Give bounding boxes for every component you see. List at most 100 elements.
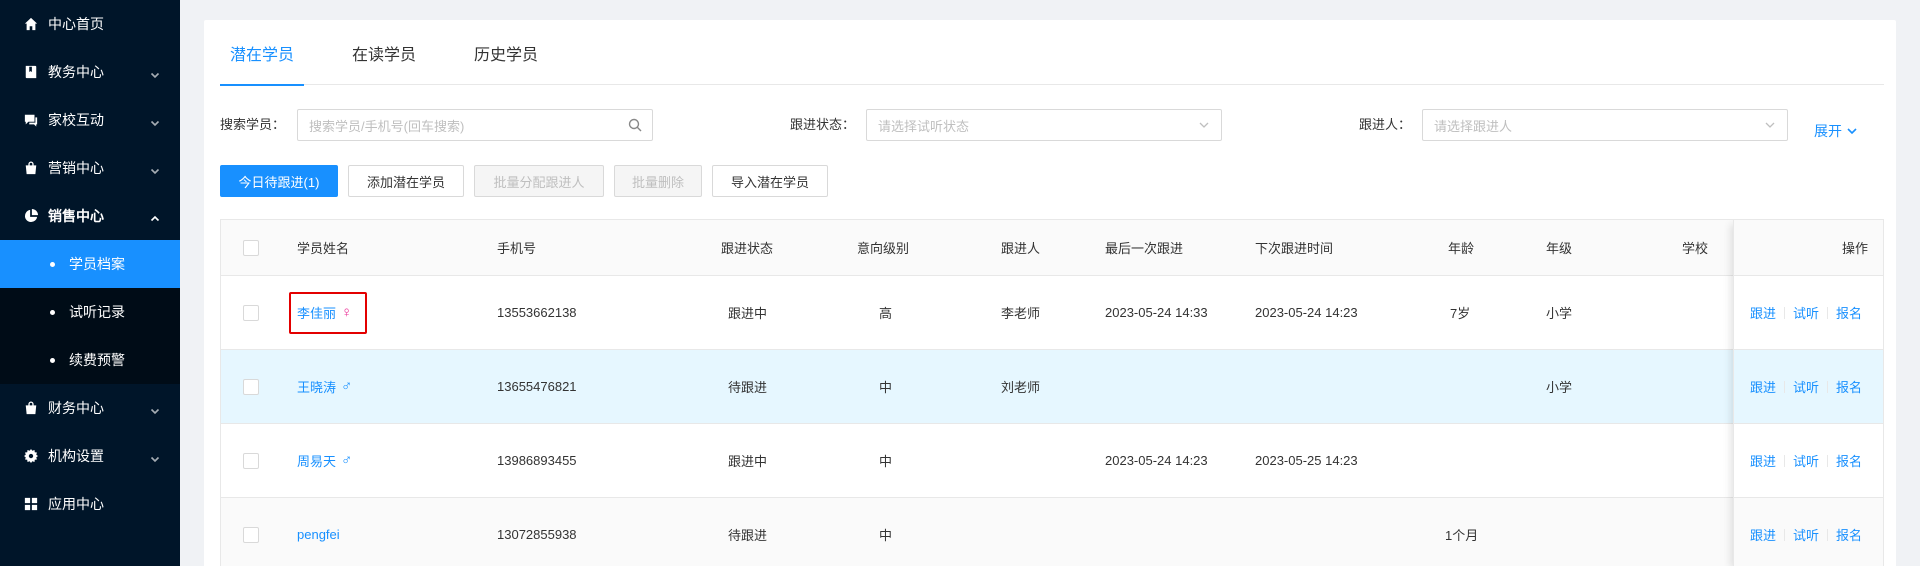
age-cell: 1个月 [1445,528,1479,543]
header-last-followup: 最后一次跟进 [1105,241,1184,256]
trial-link[interactable]: 试听 [1793,451,1819,470]
follow-link[interactable]: 跟进 [1750,303,1776,322]
follower-select[interactable]: 请选择跟进人 [1422,109,1788,141]
add-potential-student-button[interactable]: 添加潜在学员 [348,165,464,197]
table-header: 学员姓名 手机号 跟进状态 意向级别 跟进人 最后一次跟进 下次跟进时间 年龄 … [221,220,1883,276]
divider [1827,306,1829,319]
sidebar-item-apps[interactable]: 应用中心 [0,480,180,528]
enroll-link[interactable]: 报名 [1836,303,1862,322]
tab-label: 在读学员 [352,46,417,64]
follower-cell: 李老师 [1001,306,1041,321]
sidebar-item-label: 财务中心 [48,400,104,416]
tab-enrolled-students[interactable]: 在读学员 [342,20,426,85]
phone-cell: 13986893455 [497,453,577,468]
select-all-checkbox[interactable] [243,239,259,256]
student-name-link[interactable]: pengfei [297,527,340,542]
sidebar-subitem-student-records[interactable]: 学员档案 [0,240,180,288]
search-student-label: 搜索学员： [220,117,286,132]
sidebar-item-label: 营销中心 [48,160,104,176]
header-actions: 操作 [1734,220,1883,276]
import-potential-student-button[interactable]: 导入潜在学员 [712,165,828,197]
header-status: 跟进状态 [721,241,774,256]
trial-link[interactable]: 试听 [1793,303,1819,322]
trial-link[interactable]: 试听 [1793,377,1819,396]
table-row: 周易天 ♂ 13986893455 跟进中 中 2023-05-24 14:23 … [221,424,1883,498]
follow-link[interactable]: 跟进 [1750,451,1776,470]
tab-history-students[interactable]: 历史学员 [464,20,548,85]
row-checkbox[interactable] [243,526,259,543]
sidebar-item-sales[interactable]: 销售中心 [0,192,180,240]
search-student-placeholder: 搜索学员/手机号(回车搜索) [309,118,465,134]
sales-submenu: 学员档案 试听记录 续费预警 [0,240,180,384]
follower-placeholder: 请选择跟进人 [1434,118,1513,134]
follow-status-placeholder: 请选择试听状态 [878,118,970,134]
header-school: 学校 [1682,241,1709,256]
sidebar-subitem-trial-records[interactable]: 试听记录 [0,288,180,336]
header-next-followup: 下次跟进时间 [1255,241,1334,256]
sidebar-item-finance[interactable]: 财务中心 [0,384,180,432]
batch-delete-button[interactable]: 批量删除 [614,165,702,197]
student-name-link[interactable]: 周易天 ♂ [297,451,352,470]
row-actions: 跟进 试听 报名 [1734,350,1883,424]
sidebar-item-academic[interactable]: 教务中心 [0,48,180,96]
divider [1784,454,1786,467]
follow-status-select[interactable]: 请选择试听状态 [866,109,1222,141]
status-cell: 跟进中 [728,306,768,321]
phone-cell: 13655476821 [497,379,577,394]
sidebar-item-home-school[interactable]: 家校互动 [0,96,180,144]
female-icon: ♀ [341,304,353,321]
tab-potential-students[interactable]: 潜在学员 [220,20,305,86]
sidebar-item-home[interactable]: 中心首页 [0,0,180,48]
last-followup-cell: 2023-05-24 14:33 [1105,305,1208,320]
sidebar-subitem-renewal-alert[interactable]: 续费预警 [0,336,180,384]
today-followup-button[interactable]: 今日待跟进(1) [220,165,338,197]
divider [1827,380,1829,393]
header-intent: 意向级别 [857,241,910,256]
expand-label: 展开 [1814,123,1842,139]
enroll-link[interactable]: 报名 [1836,525,1862,544]
row-actions: 跟进 试听 报名 [1734,424,1883,498]
chevron-down-icon [1197,118,1211,132]
tab-label: 潜在学员 [230,46,295,64]
trial-link[interactable]: 试听 [1793,525,1819,544]
row-actions: 跟进 试听 报名 [1734,498,1883,566]
student-name-link[interactable]: 李佳丽 ♀ [297,303,352,322]
male-icon: ♂ [341,452,353,469]
intent-cell: 高 [879,306,893,321]
header-grade: 年级 [1546,241,1573,256]
enroll-link[interactable]: 报名 [1836,377,1862,396]
header-name: 学员姓名 [297,241,350,256]
next-followup-cell: 2023-05-25 14:23 [1255,453,1358,468]
student-name-link[interactable]: 王晓涛 ♂ [297,377,352,396]
chevron-down-icon [1763,118,1777,132]
next-followup-cell: 2023-05-24 14:23 [1255,305,1358,320]
wallet-icon [24,401,38,415]
row-checkbox[interactable] [243,378,259,395]
header-follower: 跟进人 [1001,241,1041,256]
sidebar-item-marketing[interactable]: 营销中心 [0,144,180,192]
batch-assign-follower-button[interactable]: 批量分配跟进人 [474,165,604,197]
status-cell: 待跟进 [728,528,768,543]
tab-label: 历史学员 [474,46,539,64]
search-icon[interactable] [628,118,642,132]
home-icon [24,17,38,31]
search-student-input[interactable]: 搜索学员/手机号(回车搜索) [297,109,653,141]
follow-link[interactable]: 跟进 [1750,377,1776,396]
divider [1784,380,1786,393]
sidebar-item-label: 中心首页 [48,16,104,32]
status-cell: 待跟进 [728,380,768,395]
enroll-link[interactable]: 报名 [1836,451,1862,470]
row-checkbox[interactable] [243,304,259,321]
chevron-down-icon [150,451,160,463]
header-age: 年龄 [1448,241,1475,256]
row-checkbox[interactable] [243,452,259,469]
sidebar-item-settings[interactable]: 机构设置 [0,432,180,480]
expand-filters-link[interactable]: 展开 [1814,121,1858,141]
phone-cell: 13553662138 [497,305,577,320]
student-table: 学员姓名 手机号 跟进状态 意向级别 跟进人 最后一次跟进 下次跟进时间 年龄 … [220,219,1884,566]
sidebar-item-label: 机构设置 [48,448,104,464]
intent-cell: 中 [879,380,893,395]
intent-cell: 中 [879,454,893,469]
follow-link[interactable]: 跟进 [1750,525,1776,544]
header-phone: 手机号 [497,241,537,256]
